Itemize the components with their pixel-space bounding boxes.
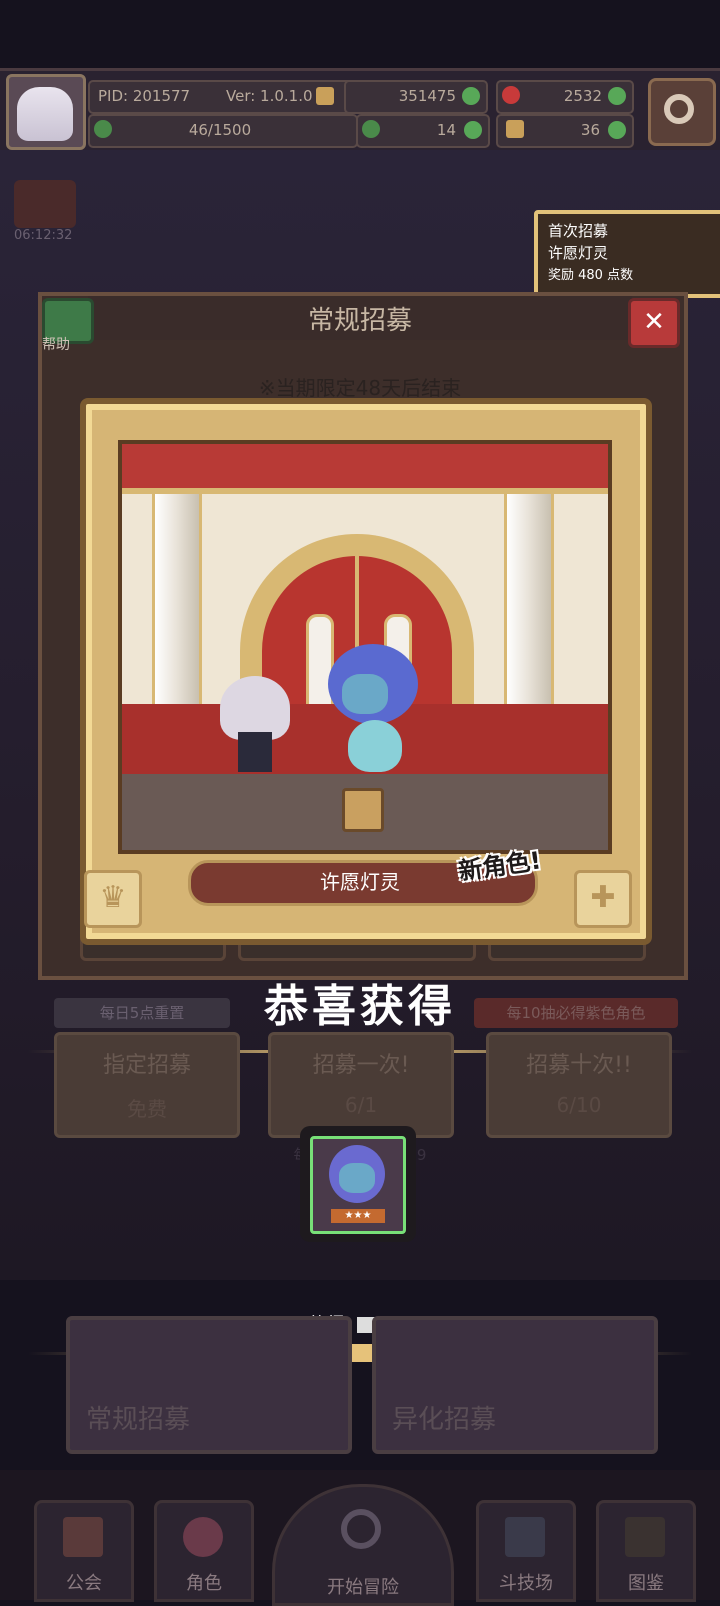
reward-stars: ★★★ — [331, 1209, 385, 1223]
mutation-recruit-label: 异化招募 — [392, 1405, 497, 1435]
wish-genie-character-sprite — [328, 644, 428, 774]
event-gift-icon[interactable] — [14, 180, 76, 228]
gold-bag-icon — [316, 87, 334, 105]
nav-arena-label: 斗技场 — [499, 1573, 553, 1594]
recruit-once-title: 招募一次! — [312, 1053, 410, 1078]
recruit-once-button[interactable]: 招募一次! 6/1 — [268, 1032, 454, 1138]
expand-icon[interactable]: ✚ — [574, 870, 632, 928]
version-text: Ver: 1.0.1.0 — [226, 87, 313, 105]
character-scene — [118, 440, 612, 854]
stamina-value: 46/1500 — [188, 121, 252, 139]
clover-add-icon[interactable] — [464, 121, 482, 139]
daily-reset-tag: 每日5点重置 — [54, 998, 230, 1028]
recruit-ten-button[interactable]: 招募十次!! 6/10 — [486, 1032, 672, 1138]
gem-add-icon[interactable] — [608, 87, 626, 105]
clover-item-icon — [362, 120, 380, 138]
nav-character-label: 角色 — [186, 1573, 222, 1594]
clover-value: 14 — [436, 121, 456, 139]
crown-icon: ♛ — [84, 870, 142, 928]
gem-counter: 2532 — [496, 80, 634, 114]
nav-codex-label: 图鉴 — [628, 1573, 664, 1594]
first-recruit-banner[interactable]: 首次招募 许愿灯灵 奖励 480 点数 — [534, 210, 720, 298]
panel-title: 常规招募 — [307, 306, 412, 336]
gem-value: 2532 — [563, 87, 602, 105]
ticket-counter: 36 — [496, 114, 634, 148]
nav-character[interactable]: 角色 — [154, 1500, 254, 1602]
normal-recruit-tab[interactable]: 常规招募 — [66, 1316, 352, 1454]
gold-value: 351475 — [398, 87, 456, 105]
recruit-ten-title: 招募十次!! — [526, 1053, 632, 1078]
gold-counter: 351475 — [344, 80, 488, 114]
nav-codex[interactable]: 图鉴 — [596, 1500, 696, 1602]
designated-recruit-title: 指定招募 — [102, 1053, 191, 1078]
banner-line-1: 首次招募 — [548, 222, 609, 240]
player-avatar[interactable] — [6, 74, 86, 150]
recruit-once-cost: 6/1 — [344, 1093, 378, 1117]
mutation-recruit-tab[interactable]: 异化招募 — [372, 1316, 658, 1454]
nav-start-label: 开始冒险 — [327, 1577, 399, 1598]
magnifier-icon — [341, 1509, 381, 1549]
designated-recruit-cost: 免费 — [127, 1097, 167, 1121]
event-timer: 06:12:32 — [14, 228, 73, 243]
gold-add-icon[interactable] — [462, 87, 480, 105]
help-label: 帮助 — [42, 337, 70, 353]
gear-icon — [664, 94, 694, 124]
settings-button[interactable] — [648, 78, 716, 146]
reward-character-icon[interactable]: ★★★ — [300, 1126, 416, 1242]
limited-note: ※当期限定48天后结束 — [258, 376, 462, 400]
normal-recruit-label: 常规招募 — [86, 1405, 191, 1435]
character-icon — [183, 1517, 223, 1557]
designated-recruit-button[interactable]: 指定招募 免费 — [54, 1032, 240, 1138]
nav-guild-label: 公会 — [66, 1573, 102, 1594]
emblem-icon — [342, 788, 384, 832]
close-button[interactable]: ✕ — [628, 298, 680, 348]
recruit-ten-cost: 6/10 — [556, 1093, 602, 1117]
crossed-swords-icon — [505, 1517, 545, 1557]
ticket-value: 36 — [580, 121, 600, 139]
nav-guild[interactable]: 公会 — [34, 1500, 134, 1602]
stamina-row: 46/1500 — [88, 114, 358, 148]
pid-text: PID: 201577 — [98, 87, 191, 105]
banner-line-2: 许愿灯灵 — [548, 244, 609, 262]
ticket-add-icon[interactable] — [608, 121, 626, 139]
clover-counter: 14 — [356, 114, 490, 148]
guild-icon — [63, 1517, 103, 1557]
close-icon: ✕ — [643, 307, 665, 337]
nav-arena[interactable]: 斗技场 — [476, 1500, 576, 1602]
white-haired-character-sprite — [220, 676, 290, 776]
ticket-icon — [506, 120, 524, 138]
gem-icon — [502, 86, 520, 104]
book-icon — [625, 1517, 665, 1557]
guarantee-tag: 每10抽必得紫色角色 — [474, 998, 678, 1028]
banner-line-3: 奖励 480 点数 — [548, 268, 634, 283]
